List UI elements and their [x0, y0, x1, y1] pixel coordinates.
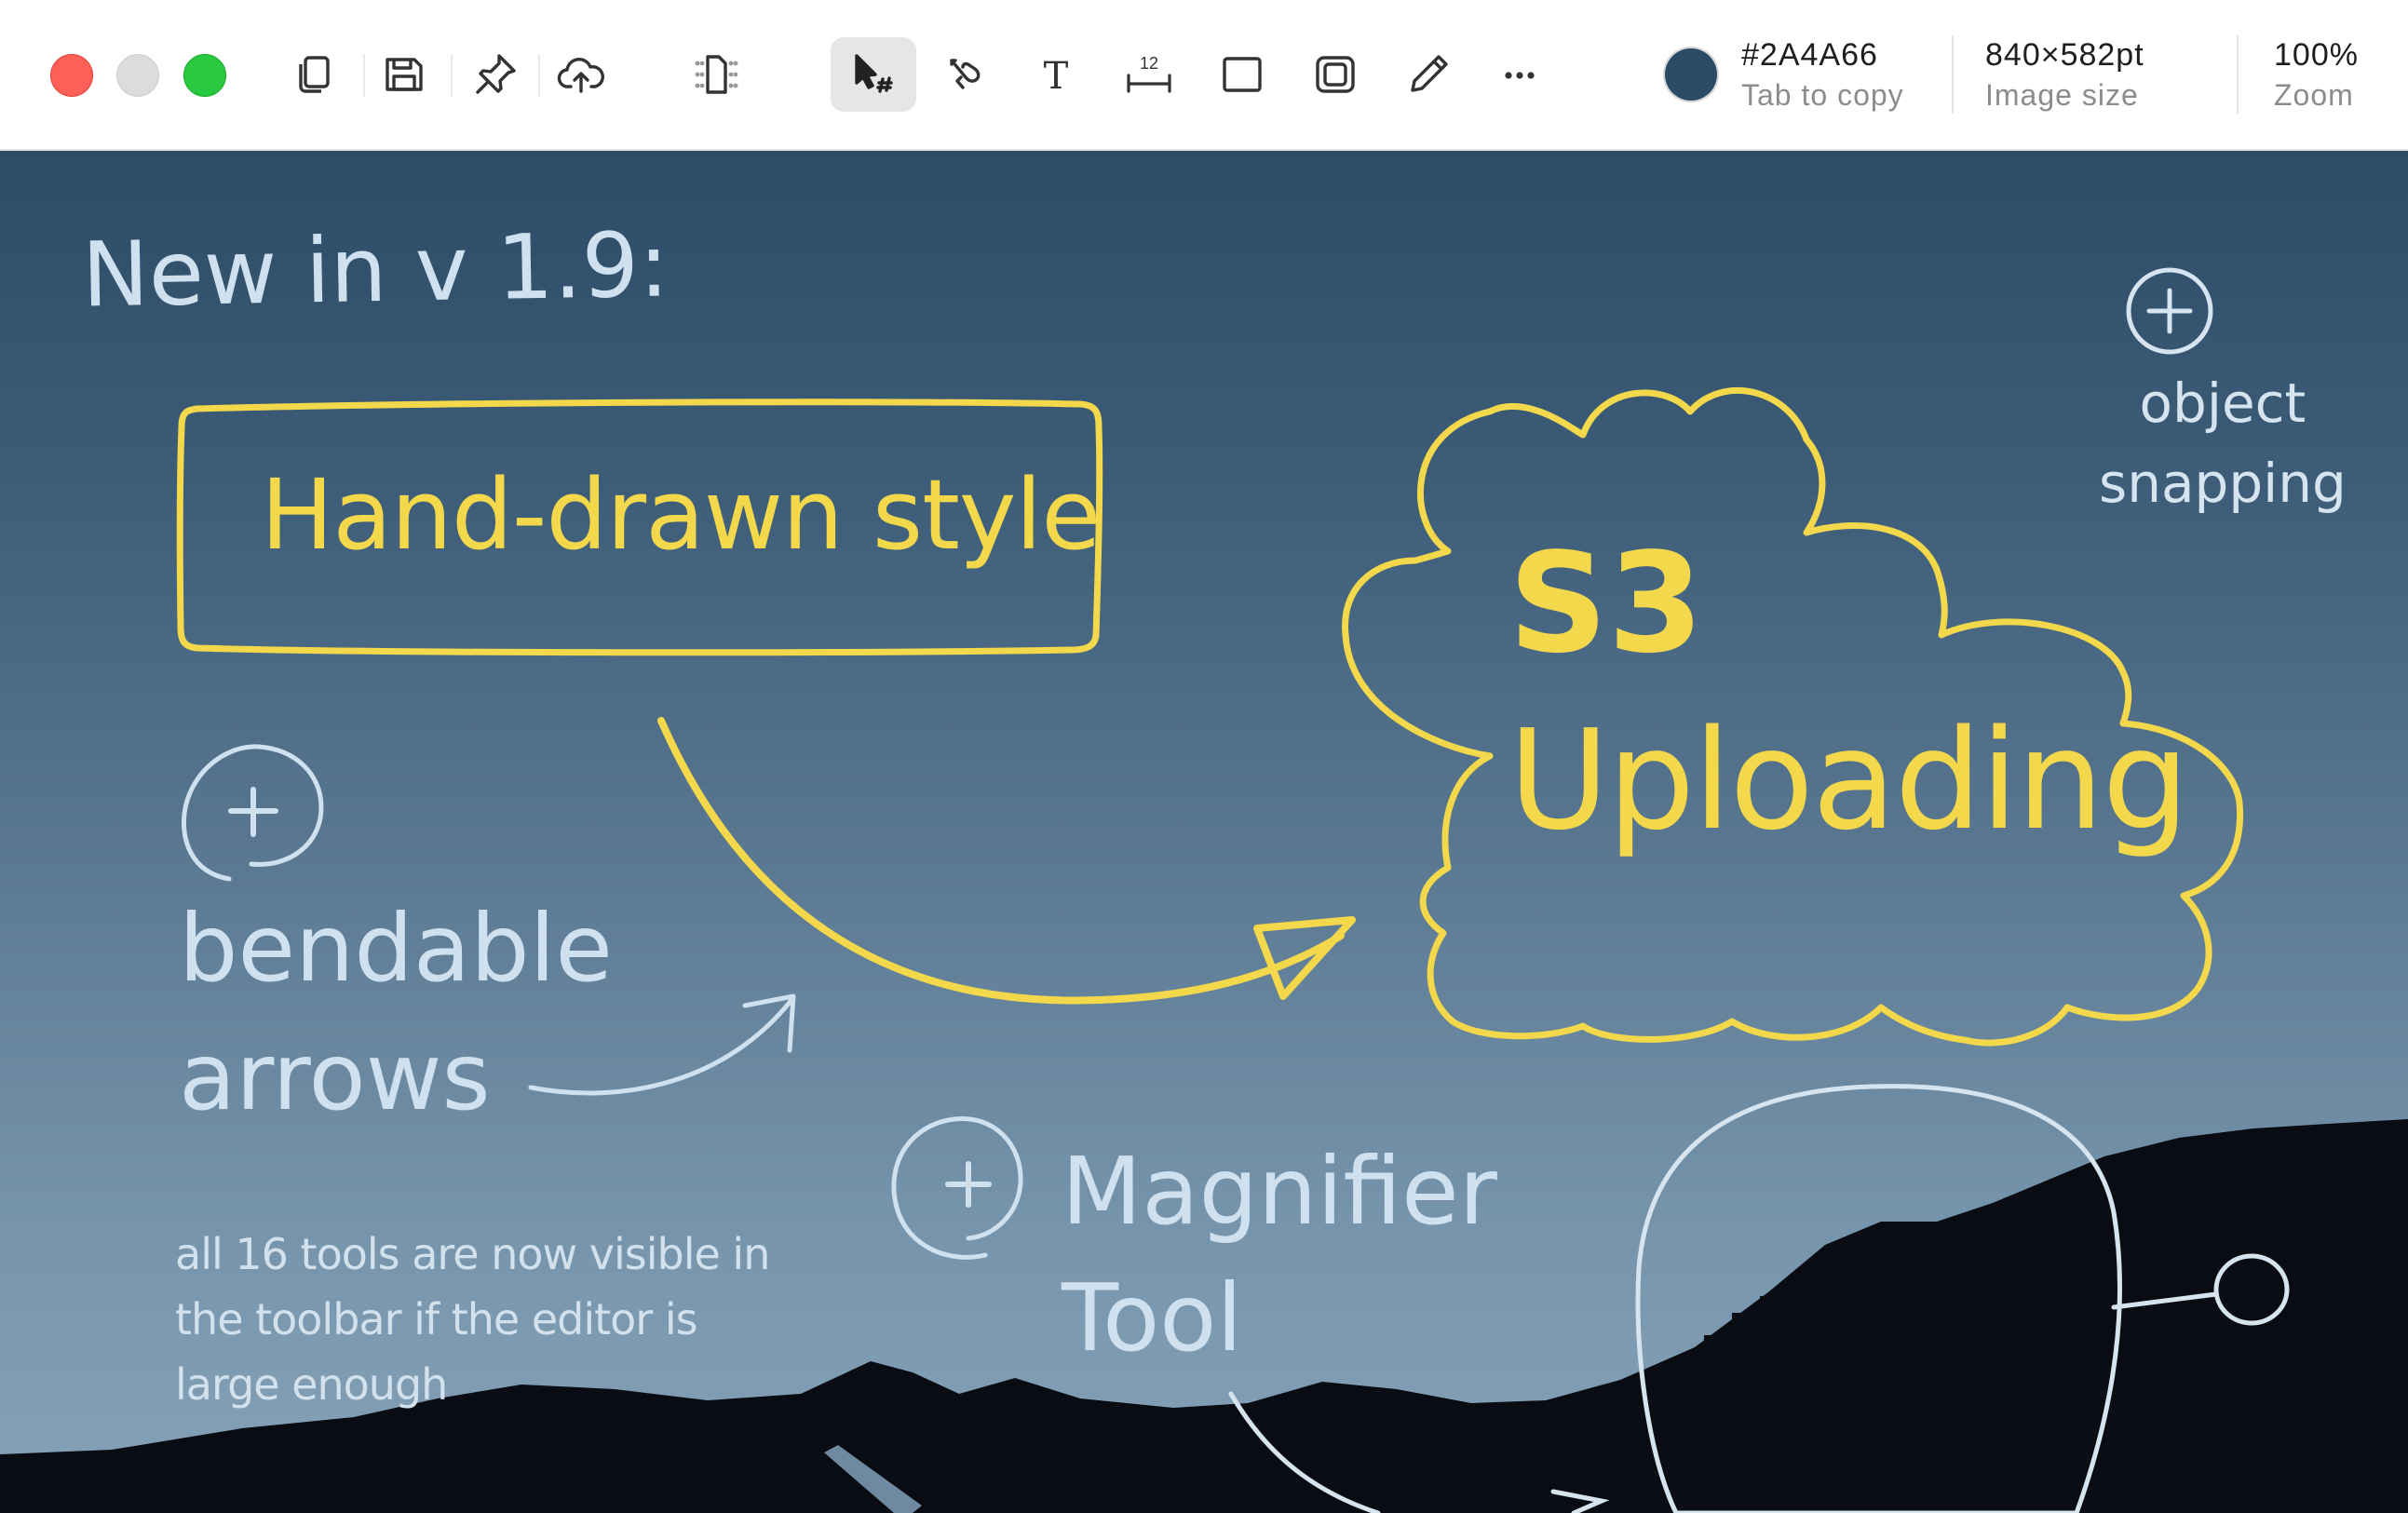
upload-button[interactable] — [538, 37, 624, 112]
zoom-label: Zoom — [2274, 78, 2354, 112]
hand-drawn-label: Hand-drawn style — [261, 458, 1101, 572]
snapping-plus-sign — [2146, 288, 2193, 334]
copy-icon — [299, 56, 330, 93]
save-icon — [386, 58, 423, 91]
magnifier-line-2: Tool — [1062, 1263, 1243, 1372]
close-button[interactable] — [50, 54, 93, 97]
editor-canvas[interactable]: New in v 1.9: Hand-drawn style S3 Upload… — [0, 151, 2408, 1513]
pin-button[interactable] — [453, 37, 538, 112]
bendable-arrows-label: bendable arrows — [179, 885, 613, 1142]
big-bent-arrow — [657, 717, 1345, 1005]
uploading-label: Uploading — [1508, 700, 2189, 860]
magnifier-plus-circle — [891, 1116, 1023, 1260]
hand-arrow-icon — [950, 59, 981, 89]
magnifier-tool-label: Magnifier Tool — [1062, 1128, 1497, 1382]
zoom-value: 100% — [2274, 37, 2359, 73]
zoom-button[interactable] — [183, 54, 226, 97]
bendable-line-1: bendable — [179, 894, 613, 1003]
zoom-info[interactable]: 100% Zoom — [2274, 35, 2359, 115]
rectangle-tool[interactable] — [1199, 37, 1285, 112]
note-line-1: all 16 tools are now visible in — [175, 1229, 770, 1279]
svg-text:T: T — [1044, 55, 1069, 98]
color-swatch[interactable] — [1665, 48, 1717, 101]
select-arrow-tool[interactable] — [831, 37, 916, 112]
bendable-line-2: arrows — [179, 1022, 491, 1131]
tools-visible-note: all 16 tools are now visible in the tool… — [175, 1222, 770, 1417]
color-info[interactable]: #2A4A66 Tab to copy — [1741, 35, 1904, 115]
pin-icon — [476, 54, 516, 94]
note-line-2: the toolbar if the editor is — [175, 1294, 698, 1344]
text-tool[interactable]: T — [1013, 37, 1099, 112]
rectangle-icon — [1223, 57, 1262, 92]
canvas-size-icon — [695, 55, 738, 94]
pencil-tool[interactable] — [1386, 37, 1471, 112]
measure-tool[interactable]: 12 — [1106, 37, 1192, 112]
copy-button[interactable] — [272, 37, 358, 112]
select-arrow-icon — [855, 54, 893, 93]
bendable-plus-sign — [228, 787, 278, 837]
more-button[interactable] — [1477, 37, 1562, 112]
save-button[interactable] — [361, 37, 447, 112]
blur-tool[interactable] — [1292, 37, 1378, 112]
image-size-info[interactable]: 840×582pt Image size — [1985, 35, 2144, 115]
canvas-size-button[interactable] — [672, 37, 758, 112]
release-title: New in v 1.9: — [81, 212, 670, 328]
pencil-icon — [1411, 55, 1448, 92]
color-hint: Tab to copy — [1741, 78, 1904, 112]
toolbar: T 12 #2A4A66 Tab to copy 840×582pt Image… — [0, 0, 2408, 151]
minimize-button — [116, 54, 159, 97]
image-size-label: Image size — [1985, 78, 2139, 112]
color-value: #2A4A66 — [1741, 37, 1878, 73]
magnifier-plus-sign — [945, 1161, 992, 1208]
s3-label: S3 — [1508, 523, 1704, 683]
text-icon: T — [1044, 55, 1069, 98]
object-snapping-line-1: object — [2139, 371, 2307, 435]
measure-icon: 12 — [1127, 54, 1171, 93]
hand-arrow-tool[interactable] — [922, 37, 1008, 112]
object-snapping-line-2: snapping — [2099, 452, 2347, 515]
note-line-3: large enough — [175, 1359, 448, 1410]
more-icon — [1505, 72, 1535, 79]
cloud-upload-icon — [557, 58, 604, 93]
object-snapping-label: object snapping — [2099, 363, 2347, 523]
blur-icon — [1316, 56, 1355, 93]
magnifier-line-1: Magnifier — [1062, 1137, 1497, 1246]
image-size-value: 840×582pt — [1985, 37, 2144, 73]
svg-text:12: 12 — [1140, 54, 1158, 73]
